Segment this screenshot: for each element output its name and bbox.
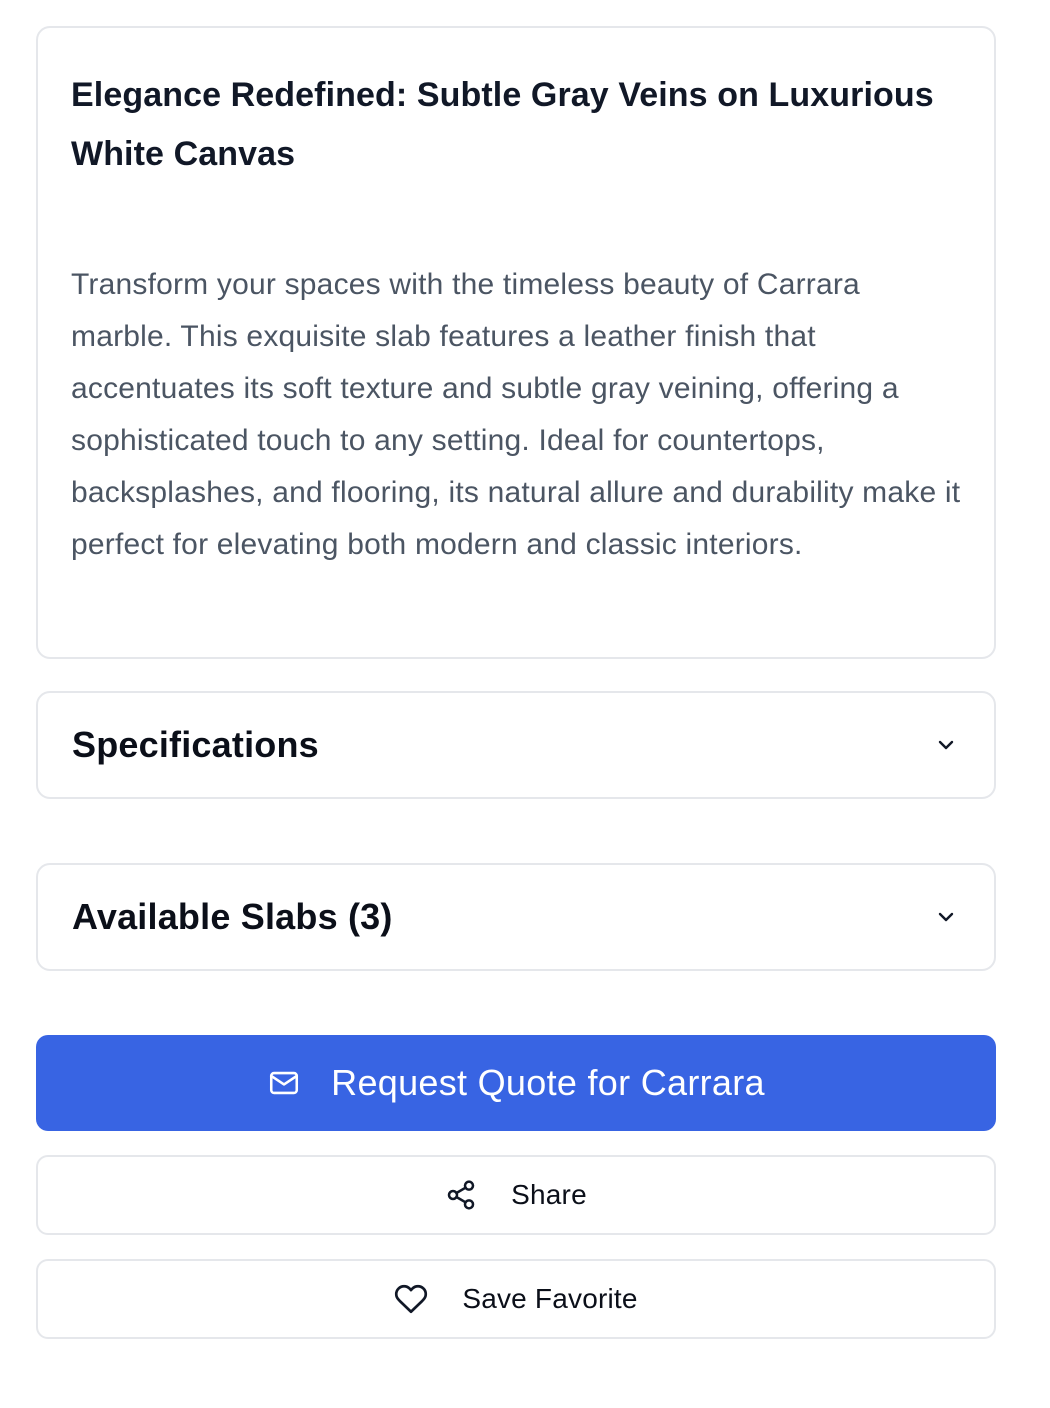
share-label: Share (511, 1179, 587, 1210)
save-favorite-button[interactable]: Save Favorite (36, 1259, 996, 1339)
chevron-down-icon (932, 903, 960, 931)
chevron-down-icon (932, 731, 960, 759)
mail-icon (267, 1066, 301, 1100)
specifications-accordion[interactable]: Specifications (36, 691, 996, 799)
heart-icon (394, 1282, 428, 1316)
product-details-panel: Elegance Redefined: Subtle Gray Veins on… (36, 26, 996, 1339)
description-card: Elegance Redefined: Subtle Gray Veins on… (36, 26, 996, 659)
available-slabs-accordion-title: Available Slabs (3) (72, 896, 393, 937)
product-headline: Elegance Redefined: Subtle Gray Veins on… (71, 76, 934, 173)
product-description: Transform your spaces with the timeless … (71, 268, 961, 561)
save-favorite-label: Save Favorite (462, 1283, 638, 1314)
request-quote-label: Request Quote for Carrara (331, 1062, 765, 1103)
specifications-accordion-title: Specifications (72, 724, 319, 765)
share-button[interactable]: Share (36, 1155, 996, 1235)
share-icon (445, 1179, 477, 1211)
request-quote-button[interactable]: Request Quote for Carrara (36, 1035, 996, 1131)
available-slabs-accordion[interactable]: Available Slabs (3) (36, 863, 996, 971)
